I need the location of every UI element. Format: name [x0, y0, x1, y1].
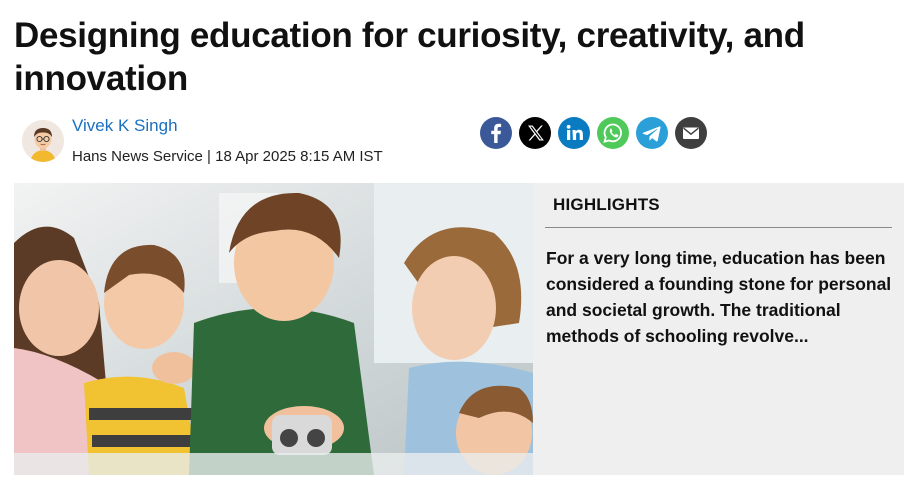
share-email-button[interactable] — [675, 117, 707, 149]
share-facebook-button[interactable] — [480, 117, 512, 149]
telegram-icon — [642, 126, 661, 142]
share-x-button[interactable] — [519, 117, 551, 149]
email-icon — [683, 127, 699, 139]
hero-image — [14, 183, 533, 475]
share-whatsapp-button[interactable] — [597, 117, 629, 149]
share-bar — [480, 117, 707, 149]
linkedin-icon — [566, 124, 583, 140]
share-linkedin-button[interactable] — [558, 117, 590, 149]
highlights-summary: For a very long time, education has been… — [546, 248, 892, 346]
facebook-icon — [491, 123, 502, 143]
article-byline: Hans News Service | 18 Apr 2025 8:15 AM … — [72, 148, 383, 165]
x-icon — [528, 125, 544, 141]
highlights-panel: HIGHLIGHTS For a very long time, educati… — [533, 183, 904, 475]
highlights-divider — [545, 227, 892, 228]
author-avatar[interactable] — [22, 120, 64, 162]
children-science-class-photo — [14, 183, 533, 475]
whatsapp-icon — [603, 123, 622, 143]
share-telegram-button[interactable] — [636, 117, 668, 149]
article-headline: Designing education for curiosity, creat… — [14, 16, 805, 98]
highlights-title: HIGHLIGHTS — [553, 195, 660, 214]
author-name-link[interactable]: Vivek K Singh — [72, 116, 178, 136]
author-avatar-icon — [22, 120, 64, 162]
